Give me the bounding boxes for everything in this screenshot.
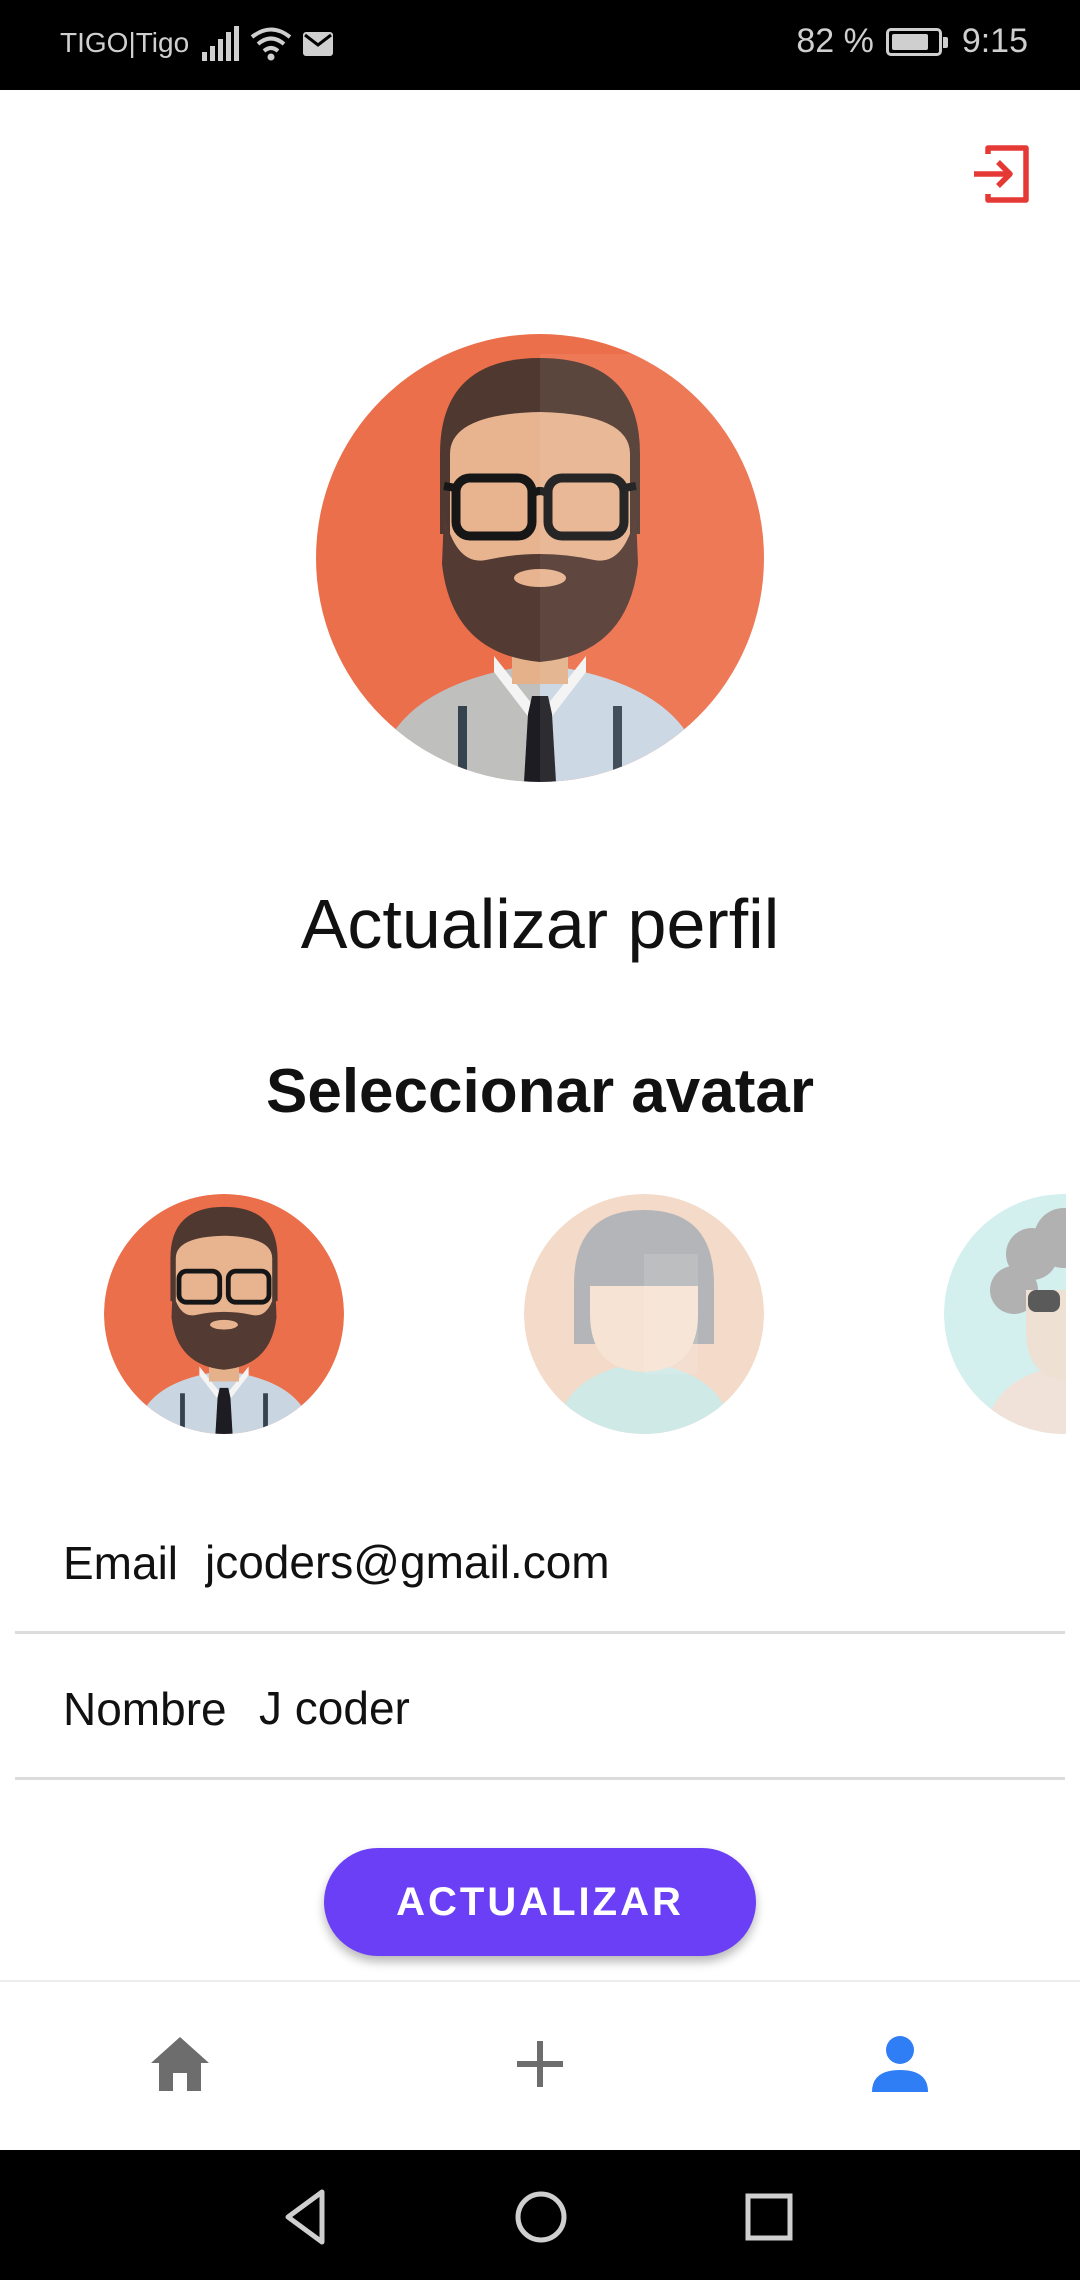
bearded-man-avatar-icon <box>104 1194 344 1434</box>
add-icon <box>517 2041 563 2087</box>
person-icon <box>872 2036 928 2092</box>
recents-icon[interactable] <box>734 2182 804 2252</box>
home-system-icon[interactable] <box>506 2182 576 2252</box>
clock: 9:15 <box>961 22 1028 60</box>
name-input[interactable] <box>259 1678 1039 1738</box>
avatar-section-title: Seleccionar avatar <box>265 1057 814 1126</box>
woman-avatar-icon <box>524 1194 764 1434</box>
current-avatar <box>316 334 764 782</box>
bottom-nav <box>0 1980 1080 2150</box>
status-icons <box>200 24 334 64</box>
signal-icon <box>202 26 239 61</box>
page-title: Actualizar perfil <box>300 885 780 963</box>
update-button[interactable]: ACTUALIZAR <box>324 1848 756 1956</box>
mail-icon <box>303 32 333 56</box>
home-icon <box>151 2037 209 2091</box>
name-label: Nombre <box>63 1683 227 1735</box>
logout-icon[interactable] <box>968 142 1032 206</box>
avatar-option-curly-hair[interactable] <box>944 1194 1066 1434</box>
battery-percent: 82 % <box>796 22 874 60</box>
email-label: Email <box>63 1537 179 1589</box>
name-field[interactable]: Nombre <box>15 1634 1065 1780</box>
avatar-carousel[interactable] <box>0 1192 1066 1436</box>
battery-level <box>891 33 928 50</box>
avatar-option-bearded-man[interactable] <box>104 1194 344 1434</box>
battery-icon <box>885 27 948 56</box>
email-input[interactable] <box>205 1532 1045 1592</box>
email-field[interactable]: Email <box>15 1488 1065 1634</box>
wifi-icon <box>250 27 292 61</box>
back-icon[interactable] <box>272 2182 342 2252</box>
curly-hair-avatar-icon <box>944 1194 1066 1434</box>
status-right: 82 % 9:15 <box>796 22 1028 61</box>
avatar-option-woman[interactable] <box>524 1194 764 1434</box>
carrier-label: TIGO|Tigo <box>60 27 190 58</box>
nav-add[interactable] <box>490 2014 590 2114</box>
nav-profile[interactable] <box>850 2014 950 2114</box>
status-bar: TIGO|Tigo 82 % 9:15 <box>0 0 1080 90</box>
system-nav-bar <box>0 2150 1080 2280</box>
nav-home[interactable] <box>130 2014 230 2114</box>
